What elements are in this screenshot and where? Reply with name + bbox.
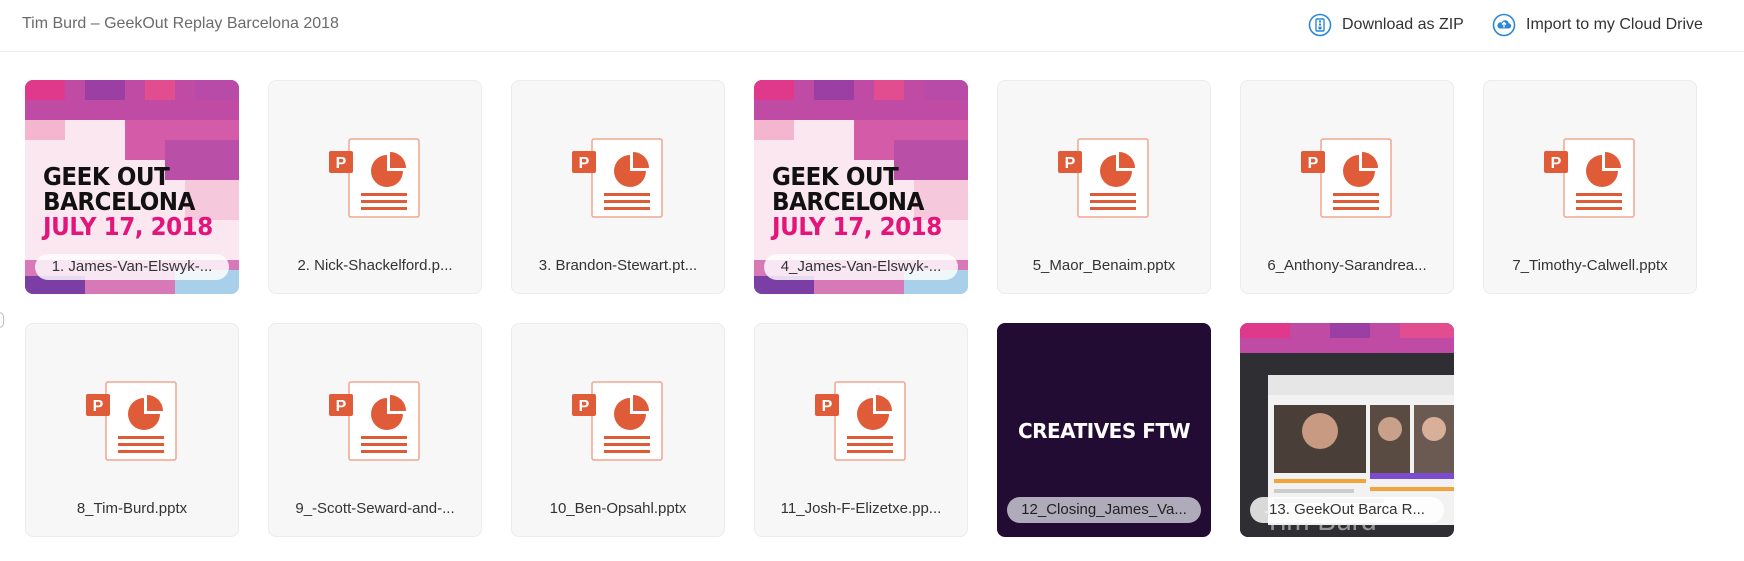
file-tile[interactable]: GEEK OUT BARCELONA JULY 17, 2018 4_James… [754,80,968,294]
file-name: 7_Timothy-Calwell.pptx [1512,257,1668,274]
powerpoint-icon: P [329,381,420,461]
powerpoint-icon: P [1058,138,1149,218]
cloud-upload-icon [1492,13,1516,37]
svg-text:P: P [579,155,590,172]
download-zip-label: Download as ZIP [1342,16,1464,33]
svg-text:P: P [1065,155,1076,172]
closing-title: CREATIVES FTW [1017,419,1191,443]
file-tile[interactable]: GEEK OUT BARCELONA JULY 17, 2018 1. Jame… [25,80,239,294]
file-name: 5_Maor_Benaim.pptx [1032,257,1176,274]
powerpoint-icon: P [329,138,420,218]
svg-text:P: P [822,398,833,415]
powerpoint-icon: P [572,138,663,218]
powerpoint-icon: P [572,381,663,461]
file-name: 3. Brandon-Stewart.pt... [538,257,698,274]
powerpoint-icon: P [86,381,177,461]
svg-text:P: P [1551,155,1562,172]
powerpoint-icon: P [1301,138,1392,218]
file-tile[interactable]: P 8_Tim-Burd.pptx [25,323,239,537]
geekout-title: GEEK OUT BARCELONA JULY 17, 2018 [43,162,213,241]
file-tile[interactable]: CREATIVES FTW 12_Closing_James_Va... [997,323,1211,537]
svg-text:P: P [336,398,347,415]
import-cloud-drive-label: Import to my Cloud Drive [1526,16,1703,33]
powerpoint-icon: P [815,381,906,461]
file-name: 1. James-Van-Elswyk-... [35,254,229,280]
file-name: 9_-Scott-Seward-and-... [295,500,455,517]
file-tile[interactable]: P 5_Maor_Benaim.pptx [997,80,1211,294]
file-name: 4_James-Van-Elswyk-... [764,254,958,280]
file-tile[interactable]: P 3. Brandon-Stewart.pt... [511,80,725,294]
svg-text:P: P [93,398,104,415]
file-name: 6_Anthony-Sarandrea... [1267,257,1427,274]
geekout-title: GEEK OUT BARCELONA JULY 17, 2018 [772,162,942,241]
file-name: 11_Josh-F-Elizetxe.pp... [780,500,942,517]
file-tile[interactable]: P 2. Nick-Shackelford.p... [268,80,482,294]
svg-text:P: P [579,398,590,415]
file-name: 10_Ben-Opsahl.pptx [549,500,687,517]
file-tile[interactable]: P 10_Ben-Opsahl.pptx [511,323,725,537]
file-name: 13. GeekOut Barca R... [1250,497,1444,523]
svg-text:P: P [1308,155,1319,172]
svg-text:P: P [336,155,347,172]
file-tile[interactable]: P 6_Anthony-Sarandrea... [1240,80,1454,294]
file-tile[interactable]: P 9_-Scott-Seward-and-... [268,323,482,537]
powerpoint-icon: P [1544,138,1635,218]
file-name: 12_Closing_James_Va... [1007,497,1201,523]
file-tile[interactable]: P 7_Timothy-Calwell.pptx [1483,80,1697,294]
download-zip-icon [1308,13,1332,37]
file-tile[interactable]: Tim Burd 13. GeekOut Barca R... [1240,323,1454,537]
top-bar: Tim Burd – GeekOut Replay Barcelona 2018… [0,0,1744,52]
download-zip-button[interactable]: Download as ZIP [1308,12,1464,38]
scroll-handle[interactable] [0,312,4,328]
page-title: Tim Burd – GeekOut Replay Barcelona 2018 [22,15,339,32]
import-cloud-drive-button[interactable]: Import to my Cloud Drive [1492,12,1703,38]
file-tile[interactable]: P 11_Josh-F-Elizetxe.pp... [754,323,968,537]
file-name: 8_Tim-Burd.pptx [76,500,188,517]
file-name: 2. Nick-Shackelford.p... [297,257,453,274]
